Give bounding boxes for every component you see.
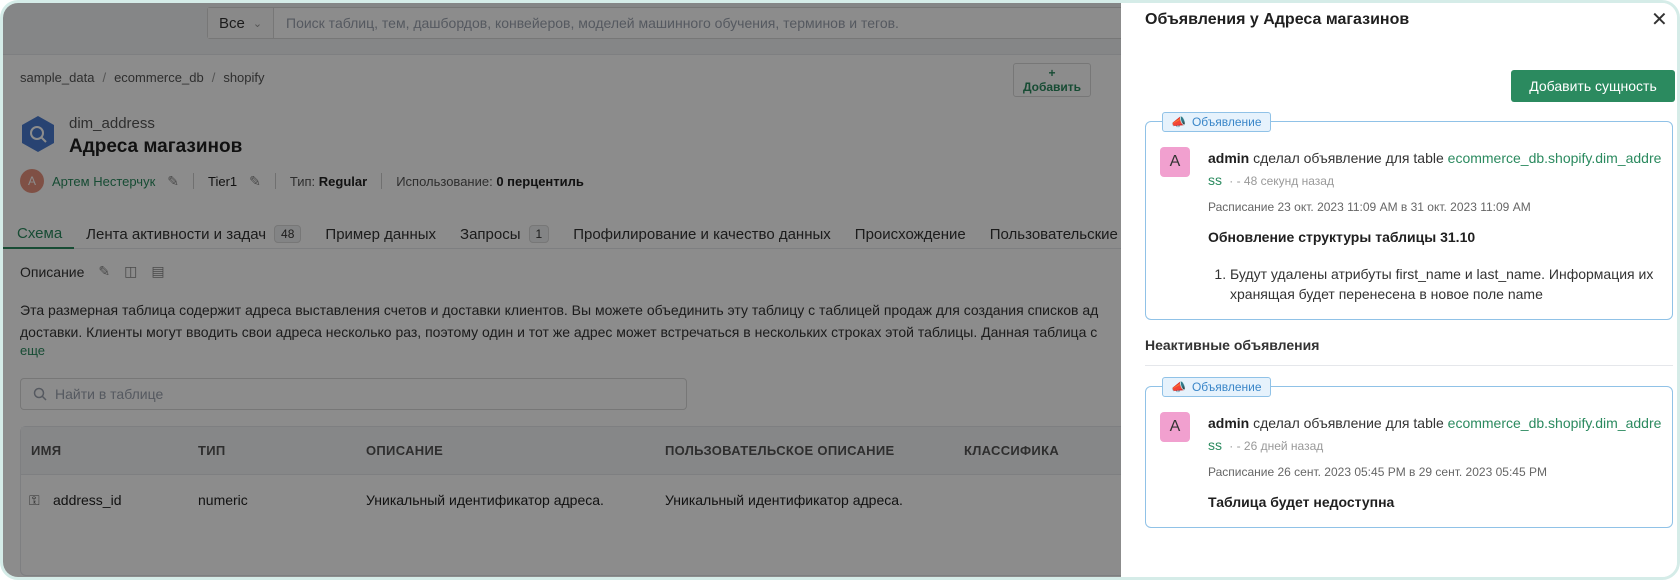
announcement-tag: 📣 Объявление <box>1162 377 1271 397</box>
inactive-section-title: Неактивные объявления <box>1145 337 1320 353</box>
announcements-drawer: Объявления у Адреса магазинов ✕ Добавить… <box>1121 3 1677 577</box>
announcement-heading: Таблица будет недоступна <box>1208 494 1395 510</box>
list-item: Будут удалены атрибуты first_name и last… <box>1230 264 1663 304</box>
app-window: Все ⌄ Поиск таблиц, тем, дашбордов, конв… <box>0 0 1680 580</box>
announcement-tag: 📣 Объявление <box>1162 112 1271 132</box>
announcement-body: admin сделал объявление для table ecomme… <box>1208 147 1663 304</box>
avatar: A <box>1160 147 1190 177</box>
divider <box>1145 365 1673 366</box>
announcement-card: 📣 Объявление A admin сделал объявление д… <box>1145 377 1673 528</box>
announcement-schedule: Расписание 26 сент. 2023 05:45 PM в 29 с… <box>1208 465 1547 479</box>
announcement-schedule: Расписание 23 окт. 2023 11:09 AM в 31 ок… <box>1208 200 1531 214</box>
drawer-backdrop[interactable] <box>3 3 1121 577</box>
announcement-time: - 48 секунд назад <box>1236 174 1334 188</box>
announcement-action: сделал объявление для table <box>1253 415 1444 431</box>
announcement-card: 📣 Объявление A admin сделал объявление д… <box>1145 112 1673 320</box>
drawer-title: Объявления у Адреса магазинов <box>1145 11 1410 28</box>
announcement-header: admin сделал объявление для table ecomme… <box>1208 415 1662 453</box>
close-icon[interactable]: ✕ <box>1651 7 1668 32</box>
announcement-tag-label: Объявление <box>1191 115 1262 129</box>
add-announcement-button[interactable]: Добавить сущность <box>1511 70 1675 102</box>
announcement-time: - 26 дней назад <box>1236 439 1324 453</box>
announcement-action: сделал объявление для table <box>1253 150 1444 166</box>
announcement-user[interactable]: admin <box>1208 415 1249 431</box>
avatar: A <box>1160 412 1190 442</box>
announcement-list: Будут удалены атрибуты first_name и last… <box>1208 264 1663 304</box>
announcement-tag-label: Объявление <box>1191 380 1262 394</box>
megaphone-icon: 📣 <box>1171 115 1186 129</box>
megaphone-icon: 📣 <box>1171 380 1186 394</box>
announcement-heading: Обновление структуры таблицы 31.10 <box>1208 229 1476 245</box>
announcement-body: admin сделал объявление для table ecomme… <box>1208 412 1663 513</box>
announcement-header: admin сделал объявление для table ecomme… <box>1208 150 1662 188</box>
announcement-user[interactable]: admin <box>1208 150 1249 166</box>
